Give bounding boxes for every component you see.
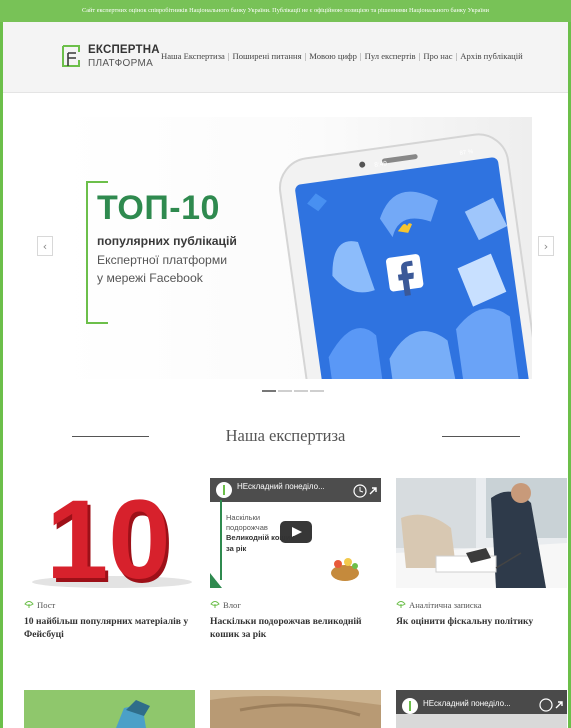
- site-header: ЕКСПЕРТНА ПЛАТФОРМА Наша Експертиза | Поши…: [3, 22, 568, 93]
- video-overlay-line-3: Великодній кошик: [226, 533, 295, 542]
- leaf-icon: [24, 601, 34, 608]
- slider-dot[interactable]: [278, 390, 292, 392]
- site-logo[interactable]: ЕКСПЕРТНА ПЛАТФОРМА: [61, 43, 161, 73]
- leaf-icon: [396, 601, 406, 608]
- article-card-thumbnail[interactable]: [24, 690, 195, 728]
- nav-item-about[interactable]: Про нас: [423, 51, 452, 61]
- card-thumbnail[interactable]: 10 10: [24, 478, 195, 588]
- nav-separator: |: [455, 51, 458, 61]
- nav-separator: |: [418, 51, 421, 61]
- disclaimer-bar: Сайт експертних оцінок співробітників На…: [0, 0, 571, 22]
- card-title[interactable]: 10 найбільш популярних матеріалів у Фейс…: [24, 615, 202, 641]
- video-title[interactable]: НЕскладний понеділо...: [237, 482, 325, 491]
- slider-dots: [262, 390, 326, 394]
- card-tag-label: Аналітична записка: [409, 600, 482, 610]
- logo-line-2: ПЛАТФОРМА: [88, 58, 154, 69]
- slide-subtitle-2: Експертної платформи: [97, 253, 228, 267]
- logo-line-1: ЕКСПЕРТНА: [88, 44, 160, 56]
- svg-text:10: 10: [46, 478, 171, 588]
- nav-item-faq[interactable]: Поширені питання: [233, 51, 302, 61]
- card-tag[interactable]: Пост: [24, 599, 55, 610]
- illustration-image: [116, 700, 150, 728]
- card-tag-label: Пост: [37, 600, 56, 610]
- nav-separator: |: [359, 51, 362, 61]
- card-tag-label: Влог: [223, 600, 241, 610]
- nav-separator: |: [304, 51, 307, 61]
- banknotes-image: [210, 690, 381, 728]
- video-overlay-line-1: Наскільки: [226, 513, 261, 522]
- leaf-icon: [210, 601, 220, 608]
- card-tag[interactable]: Аналітична записка: [396, 599, 482, 610]
- video-preview: [396, 690, 567, 728]
- card-tag[interactable]: Влог: [210, 599, 241, 610]
- article-card-thumbnail[interactable]: [210, 690, 381, 728]
- slider-dot[interactable]: [262, 390, 276, 392]
- slide-subtitle-1: популярних публікацій: [97, 234, 237, 248]
- card-video-thumbnail[interactable]: НЕскладний понеділо... Наскільки подорож…: [210, 478, 381, 588]
- nav-item-experts[interactable]: Пул експертів: [365, 51, 416, 61]
- disclaimer-text: Сайт експертних оцінок співробітників На…: [82, 7, 489, 14]
- card-title[interactable]: Наскільки подорожчав великодній кошик за…: [210, 615, 388, 641]
- article-card-video-thumbnail[interactable]: НЕскладний понеділо...: [396, 690, 567, 728]
- section-divider-right: [442, 436, 520, 437]
- video-title[interactable]: НЕскладний понеділо...: [423, 699, 511, 708]
- nav-item-expertise[interactable]: Наша Експертиза: [161, 51, 225, 61]
- hero-slider[interactable]: ТОП-10 популярних публікацій Експертної …: [59, 117, 532, 379]
- nav-item-numbers[interactable]: Мовою цифр: [309, 51, 357, 61]
- video-overlay-line-2: подорожчав: [226, 523, 268, 532]
- top10-image: 10 10: [24, 478, 195, 588]
- main-nav: Наша Експертиза | Поширені питання | Мовою ц…: [161, 51, 523, 61]
- nav-separator: |: [227, 51, 230, 61]
- office-photo: [396, 478, 567, 588]
- slider-dot[interactable]: [294, 390, 308, 392]
- card-title[interactable]: Як оцінити фіскальну політику: [396, 615, 571, 628]
- slider-next-button[interactable]: ›: [538, 236, 554, 256]
- phone-illustration: 8:49 87 %: [278, 133, 532, 379]
- logo-mark-icon: [62, 45, 80, 67]
- slider-prev-button[interactable]: ‹: [37, 236, 53, 256]
- card-thumbnail[interactable]: [396, 478, 567, 588]
- nav-item-archive[interactable]: Архів публікацій: [460, 51, 522, 61]
- slide-subtitle-3: у мережі Facebook: [97, 271, 203, 285]
- slide-title: ТОП-10: [97, 189, 220, 227]
- video-overlay-line-4: за рік: [226, 544, 247, 553]
- slider-dot[interactable]: [310, 390, 324, 392]
